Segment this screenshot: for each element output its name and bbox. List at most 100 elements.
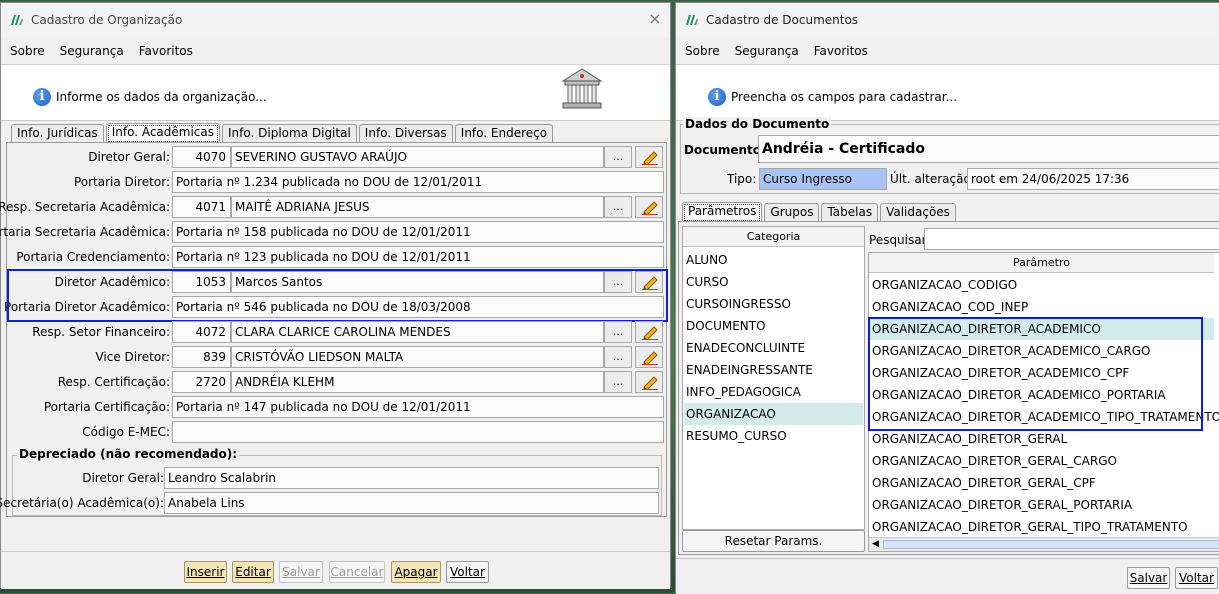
diretor-geral-name-field[interactable]: SEVERINO GUSTAVO ARAÚJO [231,146,604,168]
resp-financeiro-code-field[interactable]: 4072 [172,321,231,343]
voltar-button[interactable]: Voltar [446,561,489,583]
tab-info-academicas[interactable]: Info. Acadêmicas [105,123,221,144]
cancelar-button[interactable]: Cancelar [329,561,385,583]
vice-diretor-lookup-button[interactable]: ... [604,346,632,368]
parametro-item[interactable]: ORGANIZACAO_COD_INEP [870,296,1219,318]
tab-tabelas[interactable]: Tabelas [821,203,879,222]
parametro-item[interactable]: ORGANIZACAO_DIRETOR_GERAL_CPF [870,472,1219,494]
documentos-window: Cadastro de Documentos Sobre Segurança F… [675,2,1219,594]
parametro-item[interactable]: ORGANIZACAO_DIRETOR_GERAL_PORTARIA [870,494,1219,516]
portaria-diretor-field[interactable]: Portaria nº 1.234 publicada no DOU de 12… [172,171,664,193]
menu-sobre[interactable]: Sobre [685,44,720,58]
tipo-field[interactable]: Curso Ingresso [759,168,887,190]
parametro-header: Parâmetro [869,253,1214,273]
resp-financeiro-edit-button[interactable] [635,321,663,343]
categoria-item-selected[interactable]: ORGANIZACAO [684,403,863,425]
doc-salvar-button[interactable]: Salvar [1127,567,1170,589]
inserir-button[interactable]: Inserir [184,561,227,583]
menu-seguranca[interactable]: Segurança [735,44,799,58]
title-bar: Cadastro de Organização × [1,3,670,37]
vice-diretor-name-field[interactable]: CRISTÓVÃO LIEDSON MALTA [231,346,604,368]
diretor-geral-lookup-button[interactable]: ... [604,146,632,168]
info-icon: i [708,88,726,106]
resp-secretaria-code-field[interactable]: 4071 [172,196,231,218]
pesquisar-input[interactable] [924,228,1219,250]
categoria-item[interactable]: CURSOINGRESSO [684,293,863,315]
categoria-item[interactable]: ENADECONCLUINTE [684,337,863,359]
resp-certificacao-name-field[interactable]: ANDRÉIA KLEHM [231,371,604,393]
documento-field[interactable]: Andréia - Certificado [758,135,1219,163]
depreciado-secretaria-field[interactable]: Anabela Lins [164,492,659,514]
categoria-item[interactable]: ENADEINGRESSANTE [684,359,863,381]
depreciado-group: Depreciado (não recomendado): Diretor Ge… [0,447,662,516]
apagar-button[interactable]: Apagar [391,561,441,583]
parametro-item[interactable]: ORGANIZACAO_DIRETOR_GERAL [870,428,1219,450]
salvar-button[interactable]: Salvar [279,561,323,583]
codigo-emec-field[interactable] [172,421,664,443]
tab-info-juridicas[interactable]: Info. Jurídicas [11,124,104,143]
building-icon [559,67,605,111]
resp-secretaria-name-field[interactable]: MAITÊ ADRIANA JESUS [231,196,604,218]
portaria-credenciamento-field[interactable]: Portaria nº 123 publicada no DOU de 12/0… [172,246,664,268]
parametro-item[interactable]: ORGANIZACAO_DIRETOR_GERAL_CARGO [870,450,1219,472]
tab-validacoes[interactable]: Validações [880,203,956,222]
tab-info-diploma-digital[interactable]: Info. Diploma Digital [222,124,357,143]
diretor-geral-label: Diretor Geral: [88,150,170,164]
categoria-item[interactable]: INFO_PEDAGOGICA [684,381,863,403]
menu-favoritos[interactable]: Favoritos [139,44,193,58]
doc-voltar-button[interactable]: Voltar [1175,567,1218,589]
header-text: Preencha os campos para cadastrar... [731,90,958,104]
resp-secretaria-edit-button[interactable] [635,196,663,218]
tab-info-diversas[interactable]: Info. Diversas [358,124,453,143]
resp-secretaria-lookup-button[interactable]: ... [604,196,632,218]
portaria-secretaria-field[interactable]: Portaria nº 158 publicada no DOU de 12/0… [172,221,664,243]
resetar-params-button[interactable]: Resetar Params. [682,530,865,552]
dados-documento-group: Dados do Documento Documento: Andréia - … [680,117,1219,194]
resp-certificacao-edit-button[interactable] [635,371,663,393]
doc-tab-strip: Parâmetros Grupos Tabelas Validações [682,201,958,223]
categoria-list: Categoria ALUNO CURSO CURSOINGRESSO DOCU… [682,226,865,530]
ult-alteracao-field[interactable]: root em 24/06/2025 17:36 [967,168,1219,190]
categoria-item[interactable]: RESUMO_CURSO [684,425,863,447]
header-panel: i Informe os dados da organização... [1,65,670,121]
ult-alteracao-label: Últ. alteração: [890,172,975,186]
portaria-certificacao-field[interactable]: Portaria nº 147 publicada no DOU de 12/0… [172,396,664,418]
menu-favoritos[interactable]: Favoritos [814,44,868,58]
categoria-item[interactable]: CURSO [684,271,863,293]
tab-info-endereco[interactable]: Info. Endereço [454,124,554,143]
scroll-left-icon[interactable]: ◀ [872,539,879,549]
tab-grupos[interactable]: Grupos [764,203,820,222]
depreciado-diretor-geral-label: Diretor Geral: [82,471,164,485]
organizacao-window: Cadastro de Organização × Sobre Seguranç… [0,2,671,589]
documento-label: Documento: [684,143,766,157]
menu-seguranca[interactable]: Segurança [60,44,124,58]
close-icon[interactable]: × [648,11,662,27]
resp-certificacao-lookup-button[interactable]: ... [604,371,632,393]
header-text: Informe os dados da organização... [56,90,267,104]
categoria-item[interactable]: DOCUMENTO [684,315,863,337]
vice-diretor-code-field[interactable]: 839 [172,346,231,368]
vice-diretor-edit-button[interactable] [635,346,663,368]
portaria-certificacao-label: Portaria Certificação: [43,400,170,414]
resp-financeiro-name-field[interactable]: CLARA CLARICE CAROLINA MENDES [231,321,604,343]
resp-certificacao-code-field[interactable]: 2720 [172,371,231,393]
parametro-item[interactable]: ORGANIZACAO_DIRETOR_GERAL_TIPO_TRATAMENT… [870,516,1219,538]
doc-button-bar: Salvar Voltar [676,558,1219,594]
portaria-credenciamento-label: Portaria Credenciamento: [16,250,170,264]
diretor-geral-code-field[interactable]: 4070 [172,146,231,168]
tab-parametros[interactable]: Parâmetros [682,202,763,223]
horizontal-scrollbar[interactable]: ◀ [869,537,1219,551]
diretor-geral-edit-button[interactable] [635,146,663,168]
categoria-item[interactable]: ALUNO [684,249,863,271]
pencil-icon [642,201,658,215]
depreciado-diretor-geral-field[interactable]: Leandro Scalabrin [164,467,659,489]
scrollbar-thumb[interactable] [883,540,1219,549]
editar-button[interactable]: Editar [232,561,274,583]
menu-sobre[interactable]: Sobre [10,44,45,58]
pencil-icon [642,326,658,340]
window-title: Cadastro de Organização [31,13,183,27]
portaria-diretor-label: Portaria Diretor: [73,175,170,189]
title-bar: Cadastro de Documentos [676,3,1219,37]
resp-financeiro-lookup-button[interactable]: ... [604,321,632,343]
parametro-item[interactable]: ORGANIZACAO_CODIGO [870,274,1219,296]
